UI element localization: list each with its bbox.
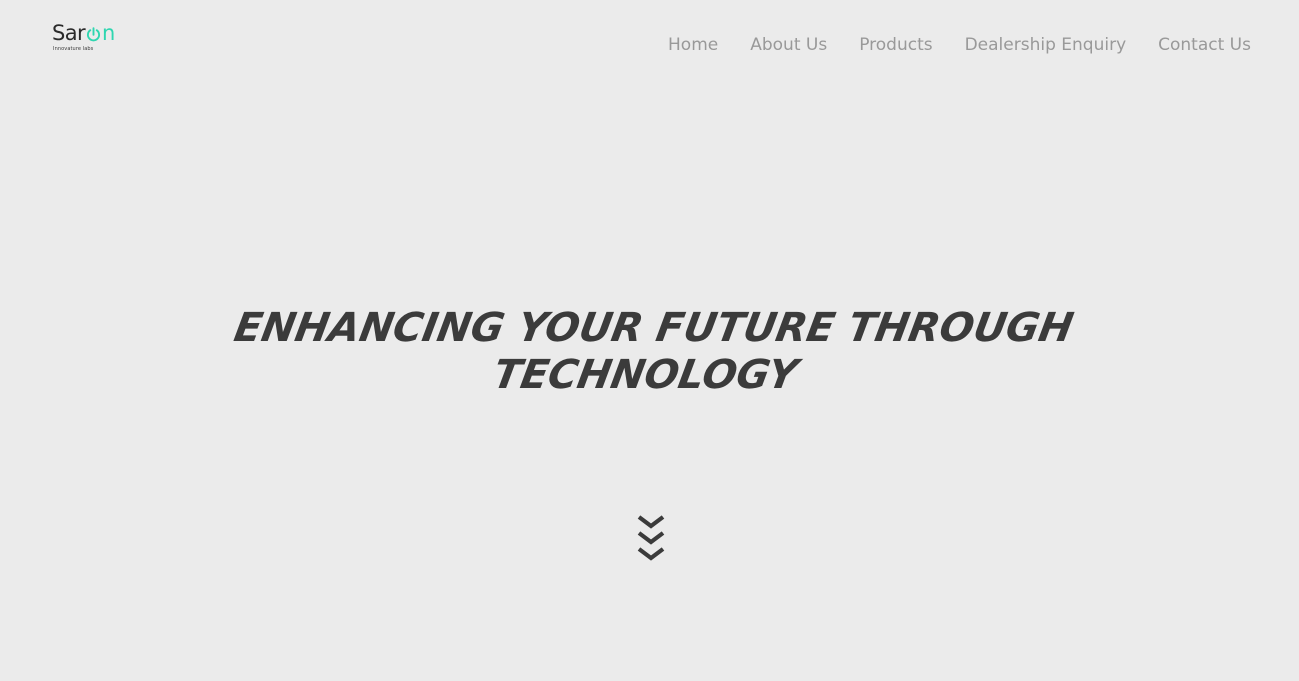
hero-headline-line-1: ENHANCING YOUR FUTURE THROUGH [230,305,1077,351]
site-header: Sar n Innovature labs Home About Us Prod… [0,0,1299,90]
triple-chevron-down-icon [637,515,665,561]
main-nav: Home About Us Products Dealership Enquir… [668,33,1251,57]
nav-link-contact-us[interactable]: Contact Us [1158,33,1251,57]
hero-headline: ENHANCING YOUR FUTURE THROUGH TECHNOLOGY [0,305,1299,399]
hero-headline-line-2: TECHNOLOGY [489,352,802,398]
power-icon [86,27,101,42]
logo-text-start: Sar [52,21,86,45]
brand-logo[interactable]: Sar n Innovature labs [52,20,142,60]
logo-text-end: n [102,21,115,45]
nav-link-about-us[interactable]: About Us [750,33,827,57]
scroll-down-button[interactable] [636,514,666,564]
nav-link-dealership-enquiry[interactable]: Dealership Enquiry [965,33,1127,57]
logo-wordmark: Sar n [52,20,142,46]
nav-link-home[interactable]: Home [668,33,718,57]
page: { "brand": { "name_part1": "Sar", "name_… [0,0,1299,681]
hero-section: ENHANCING YOUR FUTURE THROUGH TECHNOLOGY [0,305,1299,399]
logo-tagline: Innovature labs [53,46,94,52]
nav-link-products[interactable]: Products [859,33,932,57]
